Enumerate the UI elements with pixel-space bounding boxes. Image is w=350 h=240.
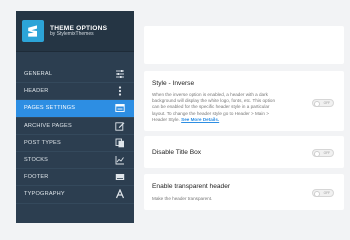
chart-icon [114, 155, 126, 165]
window-icon [114, 103, 126, 113]
top-card [144, 26, 344, 64]
settings-panel: Style - Inverse When the inverse option … [134, 11, 350, 223]
sidebar-menu: GENERAL HEADER PAGES SETTINGS ARCHIVE PA… [16, 66, 134, 204]
toggle-knob [314, 150, 320, 157]
vertical-dots-icon [114, 86, 126, 96]
sidebar-item-post-types[interactable]: POST TYPES [16, 135, 134, 152]
font-icon [114, 189, 126, 199]
style-inverse-card: Style - Inverse When the inverse option … [144, 71, 344, 131]
edit-icon [114, 121, 126, 131]
disable-title-box-title: Disable Title Box [152, 149, 202, 156]
toggle-knob [314, 100, 320, 107]
sidebar-item-general[interactable]: GENERAL [16, 66, 134, 84]
see-more-details-link[interactable]: See More Details. [181, 117, 219, 122]
brand-subtitle: by StylemixThemes [50, 30, 94, 37]
sidebar-item-label: GENERAL [24, 71, 53, 78]
copy-icon [114, 138, 126, 148]
transparent-header-card: Enable transparent header Make the heade… [144, 174, 344, 210]
style-inverse-title: Style - Inverse [152, 80, 195, 87]
footer-icon [114, 172, 126, 182]
toggle-off-label: OFF [323, 151, 330, 155]
sidebar-item-label: TYPOGRAPHY [24, 191, 65, 198]
stylemix-logo-icon [22, 20, 44, 42]
transparent-header-title: Enable transparent header [152, 183, 231, 190]
style-inverse-description: When the inverse option is enabled, a he… [152, 92, 275, 122]
toggle-off-label: OFF [323, 101, 330, 105]
toggle-off-label: OFF [323, 191, 330, 195]
sidebar-item-label: POST TYPES [24, 139, 61, 146]
transparent-header-description: Make the header transparent. [152, 196, 213, 201]
sidebar-item-pages-settings[interactable]: PAGES SETTINGS [16, 100, 134, 118]
sidebar-item-label: PAGES SETTINGS [24, 105, 76, 112]
sidebar-item-typography[interactable]: TYPOGRAPHY [16, 186, 134, 204]
sidebar-item-label: STOCKS [24, 157, 49, 164]
brand-header: THEME OPTIONS by StylemixThemes [16, 11, 134, 52]
sidebar: THEME OPTIONS by StylemixThemes GENERAL … [16, 11, 134, 223]
disable-title-box-card: Disable Title Box OFF [144, 136, 344, 168]
sidebar-item-archive-pages[interactable]: ARCHIVE PAGES [16, 118, 134, 135]
sliders-icon [114, 69, 126, 79]
disable-title-box-toggle[interactable]: OFF [312, 149, 334, 157]
sidebar-item-label: FOOTER [24, 174, 49, 181]
sidebar-item-label: ARCHIVE PAGES [24, 122, 72, 129]
sidebar-item-header[interactable]: HEADER [16, 83, 134, 101]
sidebar-item-label: HEADER [24, 88, 49, 95]
toggle-knob [314, 190, 320, 197]
style-inverse-toggle[interactable]: OFF [312, 99, 334, 107]
sidebar-item-stocks[interactable]: STOCKS [16, 152, 134, 170]
transparent-header-toggle[interactable]: OFF [312, 189, 334, 197]
sidebar-item-footer[interactable]: FOOTER [16, 169, 134, 187]
